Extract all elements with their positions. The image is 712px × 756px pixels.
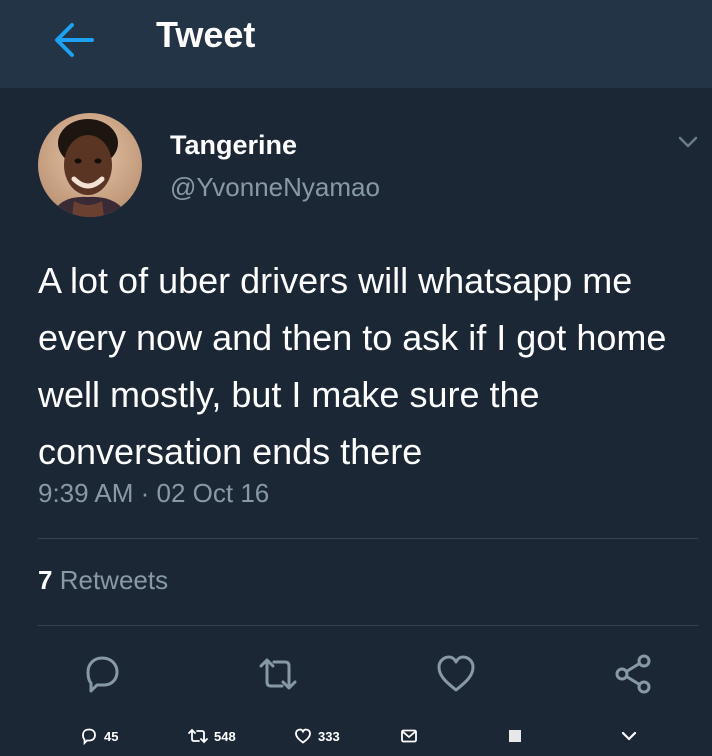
bottom-more[interactable] (620, 726, 638, 746)
reply-icon (86, 656, 119, 693)
heart-icon (437, 655, 475, 692)
bottom-stats[interactable] (508, 726, 522, 746)
envelope-icon (401, 729, 417, 743)
author-handle[interactable]: @YvonneNyamao (170, 172, 380, 203)
bottom-likes[interactable]: 333 (294, 726, 340, 746)
retweet-label: Retweets (59, 565, 169, 595)
retweet-count-link[interactable]: 7 Retweets (38, 565, 168, 596)
retweet-count: 7 (38, 565, 53, 595)
divider (38, 538, 698, 539)
divider (38, 625, 698, 626)
back-arrow-icon[interactable] (50, 18, 98, 62)
retweet-button[interactable] (256, 652, 300, 696)
page-title: Tweet (156, 14, 256, 55)
bottom-likes-count: 333 (318, 728, 340, 744)
chevron-down-icon[interactable] (676, 132, 700, 152)
top-navigation-bar: Tweet (0, 0, 712, 88)
reply-icon (82, 728, 96, 745)
chevron-down-icon (621, 731, 637, 741)
bottom-replies-count: 45 (104, 728, 119, 744)
bottom-message[interactable] (400, 726, 418, 746)
reply-button[interactable] (80, 652, 124, 696)
bottom-stats-bar: 45 548 333 (0, 716, 712, 756)
author-display-name[interactable]: Tangerine (170, 130, 297, 161)
tweet-timestamp: 9:39 AM · 02 Oct 16 (38, 478, 270, 508)
bottom-retweets-count: 548 (214, 728, 236, 744)
share-icon (615, 654, 651, 694)
retweet-icon (259, 658, 297, 690)
avatar[interactable] (38, 113, 142, 217)
heart-icon (295, 728, 311, 744)
analytics-icon (509, 730, 521, 742)
retweet-icon (188, 728, 208, 744)
share-button[interactable] (612, 652, 656, 696)
bottom-retweets[interactable]: 548 (188, 726, 236, 746)
bottom-replies[interactable]: 45 (80, 726, 118, 746)
tweet-text: A lot of uber drivers will whatsapp me e… (38, 260, 667, 472)
like-button[interactable] (434, 652, 478, 696)
